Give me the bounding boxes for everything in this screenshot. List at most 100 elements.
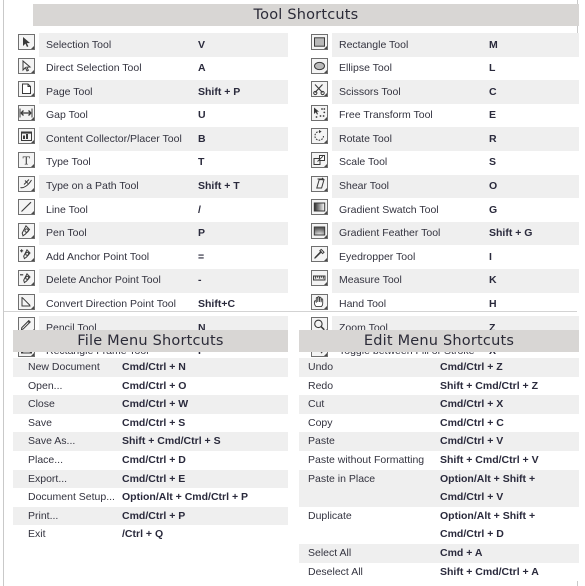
tool-name-label: Rectangle Tool (332, 33, 489, 57)
tool-flyout-corner-icon (30, 305, 34, 309)
menu-command-label: Paste without Formatting (299, 450, 438, 470)
tool-flyout-corner-icon (323, 140, 327, 144)
menu-shortcut-key: Cmd/Ctrl + N (118, 358, 288, 377)
tool-icon-cell (306, 198, 332, 222)
tool-shortcut-row: Eyedropper Tool I (306, 245, 579, 269)
tool-icon-cell (13, 57, 39, 81)
tool-name-label: Eyedropper Tool (332, 245, 489, 269)
tool-flyout-corner-icon (323, 258, 327, 262)
tool-shortcut-row: Scale Tool S (306, 150, 579, 175)
edit-menu-shortcut-row: Copy Cmd/Ctrl + C (299, 413, 579, 433)
menu-shortcut-key: Option/Alt + Shift + Cmd/Ctrl + V (438, 469, 579, 507)
tool-shortcuts-left-table: Selection Tool V Direct Selection Tool A Pag… (13, 33, 288, 364)
tool-shortcut-key: I (489, 245, 579, 269)
tool-shortcut-key: Shift+C (198, 292, 288, 317)
menu-shortcut-key: Option/Alt + Shift + Cmd/Ctrl + D (438, 506, 579, 544)
tool-shortcuts-right-table: Rectangle Tool M Ellipse Tool L Scissors Too… (306, 33, 579, 364)
tool-name-label: Shear Tool (332, 174, 489, 199)
tool-name-label: Add Anchor Point Tool (39, 245, 198, 269)
tool-shortcut-key: / (198, 198, 288, 222)
tool-icon-cell (306, 293, 332, 317)
tool-shortcut-key: A (198, 56, 288, 81)
tool-flyout-corner-icon (30, 46, 34, 49)
tool-icon-cell (306, 175, 332, 199)
tool-icon-cell (306, 127, 332, 151)
shear-tool-icon (310, 175, 328, 192)
tool-flyout-corner-icon (323, 187, 327, 191)
edit-menu-shortcut-row: Redo Shift + Cmd/Ctrl + Z (299, 376, 579, 396)
tool-icon-cell (13, 127, 39, 151)
tool-flyout-corner-icon (323, 163, 327, 167)
tool-shortcut-row: Direct Selection Tool A (13, 56, 288, 81)
menu-command-label: Print... (13, 506, 118, 526)
menu-shortcut-key: Cmd/Ctrl + Z (438, 358, 579, 377)
tool-name-label: Gradient Feather Tool (332, 221, 489, 246)
menu-shortcut-key: Cmd/Ctrl + O (118, 376, 288, 396)
menu-command-label: Save (13, 413, 118, 433)
menu-command-label: Duplicate (299, 506, 438, 544)
tool-icon-cell (13, 198, 39, 222)
menu-command-label: Copy (299, 413, 438, 433)
edit-menu-shortcut-row: Paste without Formatting Shift + Cmd/Ctrl… (299, 450, 579, 470)
tool-shortcut-key: = (198, 245, 288, 269)
svg-text:T: T (22, 154, 30, 167)
menu-command-label: Save As... (13, 432, 118, 451)
menu-shortcut-key: Shift + Cmd/Ctrl + A (438, 562, 579, 582)
edit-menu-shortcuts-table: Undo Cmd/Ctrl + Z Redo Shift + Cmd/Ctrl + Z… (299, 358, 579, 582)
tool-shortcuts-header: Tool Shortcuts (33, 4, 579, 26)
menu-command-label: Paste (299, 432, 438, 451)
tool-flyout-corner-icon (30, 258, 34, 262)
add-anchor-point-tool-icon (17, 246, 35, 263)
tool-icon-cell (306, 245, 332, 269)
menu-command-label: Place... (13, 450, 118, 470)
tool-shortcut-key: S (489, 150, 579, 175)
tool-name-label: Scale Tool (332, 150, 489, 175)
menu-shortcut-key: Shift + Cmd/Ctrl + Z (438, 376, 579, 396)
tool-icon-cell (306, 57, 332, 81)
tool-flyout-corner-icon (30, 211, 34, 215)
menu-shortcut-key: Shift + Cmd/Ctrl + V (438, 450, 579, 470)
menu-command-label: Cut (299, 395, 438, 414)
tool-name-label: Page Tool (39, 80, 198, 104)
tool-name-label: Free Transform Tool (332, 103, 489, 128)
tool-shortcut-row: Add Anchor Point Tool = (13, 245, 288, 269)
type-on-a-path-tool-icon (17, 175, 35, 192)
tool-shortcut-row: Measure Tool K (306, 268, 579, 293)
tool-shortcut-row: Type on a Path Tool Shift + T (13, 174, 288, 199)
tool-shortcut-key: T (198, 150, 288, 175)
tool-shortcut-key: - (198, 268, 288, 293)
tool-icon-cell (306, 151, 332, 175)
tool-shortcut-row: Shear Tool O (306, 174, 579, 199)
tool-name-label: Convert Direction Point Tool (39, 292, 198, 317)
menu-command-label: New Document (13, 358, 118, 377)
tool-flyout-corner-icon (323, 93, 327, 97)
tool-shortcut-key: P (198, 221, 288, 246)
section-divider (4, 311, 577, 312)
menu-shortcut-key: Cmd/Ctrl + P (118, 506, 288, 526)
tool-name-label: Pen Tool (39, 221, 198, 246)
tool-shortcut-row: Delete Anchor Point Tool - (13, 268, 288, 293)
menu-shortcut-key-line1: Option/Alt + Shift + (440, 472, 536, 485)
gradient-feather-tool-icon (310, 222, 328, 239)
tool-icon-cell (306, 33, 332, 57)
tool-shortcut-row: Rotate Tool R (306, 127, 579, 151)
file-menu-shortcut-row: Close Cmd/Ctrl + W (13, 395, 288, 414)
delete-anchor-point-tool-icon (17, 269, 35, 286)
tool-icon-cell (13, 293, 39, 317)
menu-command-label: Export... (13, 469, 118, 489)
tool-name-label: Hand Tool (332, 292, 489, 317)
tool-flyout-corner-icon (323, 281, 327, 285)
tool-flyout-corner-icon (323, 46, 327, 49)
tool-flyout-corner-icon (30, 93, 34, 97)
tool-shortcut-row: Line Tool / (13, 198, 288, 222)
file-menu-shortcut-row: Export... Cmd/Ctrl + E (13, 469, 288, 489)
tool-shortcut-key: E (489, 103, 579, 128)
menu-command-label: Paste in Place (299, 469, 438, 507)
menu-shortcut-key: Option/Alt + Cmd/Ctrl + P (118, 488, 288, 507)
tool-shortcut-key: O (489, 174, 579, 199)
tool-shortcut-row: Gradient Feather Tool Shift + G (306, 221, 579, 246)
ellipse-tool-icon (310, 57, 328, 74)
menu-shortcut-key-line2: Cmd/Ctrl + D (440, 528, 504, 541)
menu-command-label: Exit (13, 525, 118, 544)
direct-selection-tool-icon (17, 57, 35, 74)
